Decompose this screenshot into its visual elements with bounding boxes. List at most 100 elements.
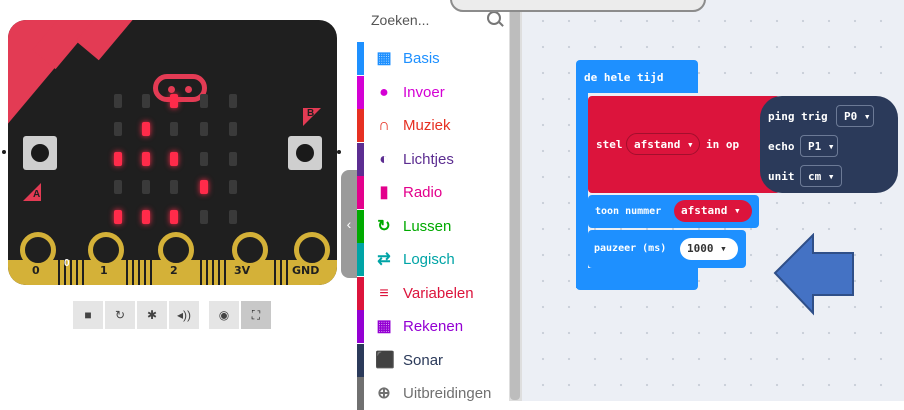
pin-label-0: 0 [32, 264, 40, 277]
category-color-bar [357, 310, 364, 343]
sonar-icon: ⬛ [375, 351, 395, 369]
category-color-bar [357, 109, 364, 142]
forever-block-arm [576, 93, 588, 288]
show-value: afstand [681, 204, 728, 217]
category-lichtjes[interactable]: ◐ Lichtjes [357, 142, 509, 176]
category-rekenen[interactable]: ▦ Rekenen [357, 310, 509, 343]
screenshot-icon[interactable]: ◉ [209, 301, 239, 329]
toggle-icon: ◐ [379, 150, 389, 168]
forever-block-bottom [576, 268, 698, 290]
headphones-icon: ∩ [378, 117, 390, 134]
pin-2[interactable] [158, 232, 194, 268]
category-label: Basis [403, 50, 440, 67]
pause-label: pauzeer (ms) [594, 243, 667, 254]
search-input[interactable]: Zoeken... [371, 12, 429, 28]
shuffle-icon: ⇄ [377, 251, 391, 268]
loop-icon: ↻ [377, 217, 391, 235]
category-invoer[interactable]: ● Invoer [357, 75, 509, 109]
mute-icon[interactable]: ◂)) [169, 301, 199, 329]
echo-pin-dropdown[interactable]: P1 ▾ [800, 135, 838, 157]
category-sonar[interactable]: ⬛ Sonar [357, 343, 509, 377]
set-variable-block[interactable]: stel afstand ▾ in op [588, 96, 780, 193]
button-b[interactable] [288, 136, 322, 170]
button-b-label: B [307, 108, 315, 119]
signal-icon: ▮ [379, 184, 389, 201]
echo-label: echo [768, 140, 795, 153]
forever-block[interactable]: de hele tijd [576, 60, 698, 93]
toolbox: Zoeken... ▦ Basis ● Invoer ∩ Muziek ◐ Lichtjes ▮… [357, 0, 509, 410]
category-color-bar [357, 209, 364, 243]
plus-circle-icon: ⊕ [377, 385, 391, 402]
microbit-board: A B 0 0 1 2 3V GND [2, 20, 341, 285]
button-a[interactable] [23, 136, 57, 170]
search-icon[interactable] [487, 11, 501, 25]
pin-1[interactable] [88, 232, 124, 268]
variable-dropdown[interactable]: afstand ▾ [626, 133, 700, 155]
led [142, 180, 150, 194]
restart-icon[interactable]: ↻ [105, 301, 135, 329]
pause-value-dropdown[interactable]: 1000 ▾ [680, 238, 738, 260]
led [200, 210, 208, 224]
led [200, 94, 208, 108]
echo-value: P1 [808, 140, 822, 153]
pause-block[interactable]: pauzeer (ms) 1000 ▾ [588, 230, 746, 268]
pause-value: 1000 [687, 242, 714, 255]
pin-label-2: 2 [170, 264, 178, 277]
show-number-block[interactable]: toon nummer afstand ▾ [588, 195, 759, 228]
category-label: Uitbreidingen [403, 385, 492, 402]
collapse-simulator-chevron-icon[interactable]: ‹ [341, 170, 357, 278]
led [142, 152, 150, 166]
project-name-bar[interactable] [450, 0, 706, 12]
led [229, 180, 237, 194]
fullscreen-icon[interactable]: ⛶ [241, 301, 271, 329]
category-label: Invoer [403, 83, 445, 101]
stop-icon[interactable]: ■ [73, 301, 103, 329]
led [142, 122, 150, 136]
circle-icon: ● [379, 83, 389, 101]
unit-value: cm [808, 170, 822, 183]
led [229, 152, 237, 166]
category-muziek[interactable]: ∩ Muziek [357, 109, 509, 142]
led [114, 210, 122, 224]
category-uitbreidingen[interactable]: ⊕ Uitbreidingen [357, 377, 509, 410]
calculator-icon: ▦ [376, 318, 392, 335]
category-basis[interactable]: ▦ Basis [357, 42, 509, 75]
unit-dropdown[interactable]: cm ▾ [800, 165, 842, 187]
category-label: Lichtjes [403, 150, 454, 168]
forever-label: de hele tijd [584, 71, 664, 84]
simulator-panel: A B 0 0 1 2 3V GND ■ ↻ ✱ ◂)) ◉ ⛶ [0, 0, 356, 401]
pin-label-1: 1 [100, 264, 108, 277]
pin-gnd[interactable] [294, 232, 330, 268]
category-color-bar [357, 377, 364, 410]
toolbox-scrollbar[interactable] [509, 0, 522, 401]
category-variabelen[interactable]: ≡ Variabelen [357, 276, 509, 310]
button-a-label: A [33, 189, 41, 200]
trig-value: P0 [844, 110, 858, 123]
microbit-logo[interactable] [153, 74, 207, 102]
category-lussen[interactable]: ↻ Lussen [357, 209, 509, 243]
led [170, 122, 178, 136]
left-arrow-icon [773, 233, 854, 316]
led [114, 122, 122, 136]
debug-icon[interactable]: ✱ [137, 301, 167, 329]
category-radio[interactable]: ▮ Radio [357, 176, 509, 209]
set-label: stel [596, 138, 623, 151]
led [170, 180, 178, 194]
category-label: Sonar [403, 351, 444, 369]
category-color-bar [357, 343, 364, 377]
category-color-bar [357, 243, 364, 276]
pin-3v[interactable] [232, 232, 268, 268]
sonar-ping-block[interactable]: ping trig P0 ▾ echo P1 ▾ unit cm ▾ [760, 96, 898, 193]
show-number-variable[interactable]: afstand ▾ [674, 200, 752, 222]
list-icon: ≡ [379, 284, 389, 302]
led [200, 180, 208, 194]
pin-0[interactable] [20, 232, 56, 268]
led [170, 210, 178, 224]
led [114, 180, 122, 194]
trig-pin-dropdown[interactable]: P0 ▾ [836, 105, 874, 127]
category-color-bar [357, 42, 364, 75]
category-color-bar [357, 276, 364, 310]
grid-icon: ▦ [376, 50, 392, 67]
category-logisch[interactable]: ⇄ Logisch [357, 243, 509, 276]
category-label: Lussen [403, 217, 452, 235]
